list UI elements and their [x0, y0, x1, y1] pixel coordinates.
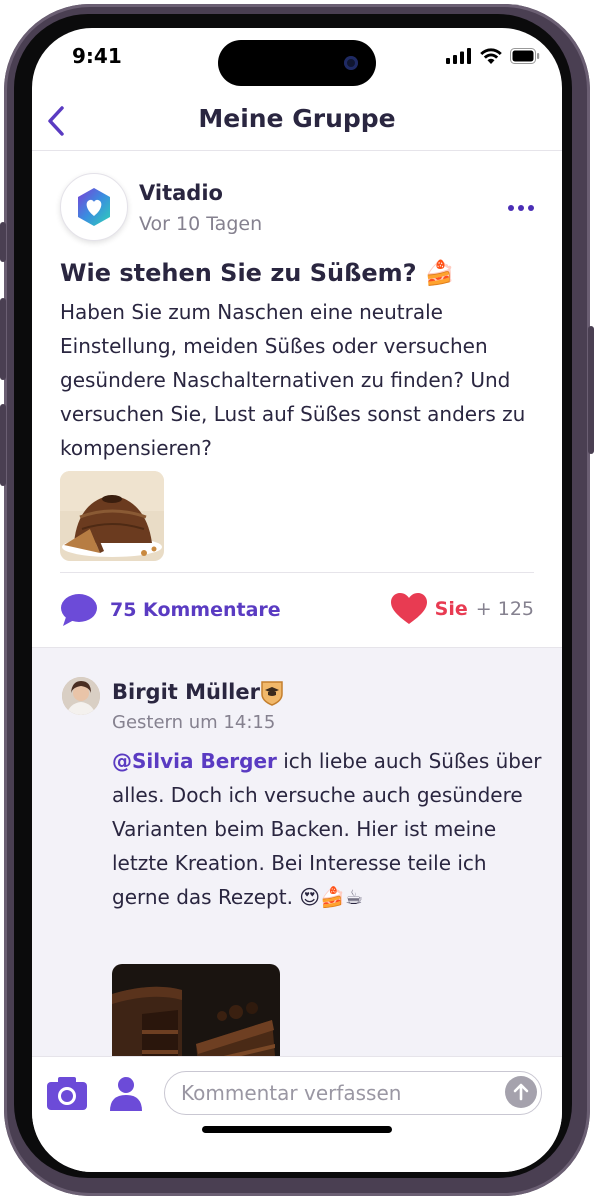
post-time: Vor 10 Tagen: [139, 213, 263, 235]
comment-text: ich liebe auch Süßes über alles. Doch ic…: [112, 749, 542, 909]
send-button[interactable]: [505, 1076, 537, 1108]
vitadio-avatar: [60, 173, 128, 241]
post-title: Wie stehen Sie zu Süßem? 🍰: [60, 259, 455, 287]
vitadio-logo-icon: [78, 188, 110, 226]
commenter-name[interactable]: Birgit Müller: [112, 680, 260, 704]
comment-input[interactable]: Kommentar verfassen: [164, 1071, 542, 1115]
comment-time: Gestern um 14:15: [112, 712, 276, 733]
comments-count-label: 75 Kommentare: [110, 599, 281, 621]
wifi-icon: [480, 48, 502, 64]
status-time: 9:41: [72, 44, 122, 68]
page-title: Meine Gruppe: [198, 104, 396, 133]
front-camera-icon: [344, 56, 358, 70]
post-card: Vitadio Vor 10 Tagen Wie stehen Sie zu S…: [32, 151, 562, 647]
like-count-label: + 125: [475, 598, 534, 620]
post-author[interactable]: Vitadio: [139, 181, 223, 205]
speech-bubble-icon: [61, 594, 97, 626]
mention-link[interactable]: @Silvia Berger: [112, 749, 277, 773]
more-options-icon[interactable]: [508, 205, 534, 211]
graduation-badge-icon: [261, 681, 283, 706]
comment-composer: Kommentar verfassen: [32, 1056, 562, 1172]
camera-icon[interactable]: [46, 1075, 88, 1111]
action-button: [0, 222, 6, 262]
like-button[interactable]: Sie + 125: [390, 593, 534, 625]
volume-up-button: [0, 298, 6, 380]
navigation-bar: Meine Gruppe: [32, 90, 562, 151]
heart-icon: [390, 593, 427, 624]
screen: 9:41 Meine Gruppe Vitadio Vor 10 Tagen W…: [32, 28, 562, 1172]
cellular-signal-icon: [446, 48, 471, 64]
arrow-up-icon: [513, 1083, 529, 1101]
comment-item: Birgit Müller Gestern um 14:15 @Silvia B…: [32, 647, 562, 1084]
commenter-avatar[interactable]: [62, 677, 100, 715]
divider: [60, 572, 534, 573]
volume-down-button: [0, 404, 6, 486]
user-icon[interactable]: [108, 1075, 144, 1111]
comment-input-placeholder: Kommentar verfassen: [181, 1081, 402, 1105]
bundt-cake-image[interactable]: [60, 471, 164, 561]
home-indicator[interactable]: [202, 1126, 392, 1133]
status-icons: [446, 48, 540, 64]
comments-button[interactable]: 75 Kommentare: [60, 593, 281, 627]
post-body: Haben Sie zum Naschen eine neutrale Eins…: [60, 300, 526, 460]
power-button: [588, 326, 594, 454]
comment-body: @Silvia Berger ich liebe auch Süßes über…: [112, 744, 542, 914]
dynamic-island: [218, 40, 376, 86]
battery-icon: [510, 48, 540, 64]
like-you-label: Sie: [434, 598, 468, 620]
